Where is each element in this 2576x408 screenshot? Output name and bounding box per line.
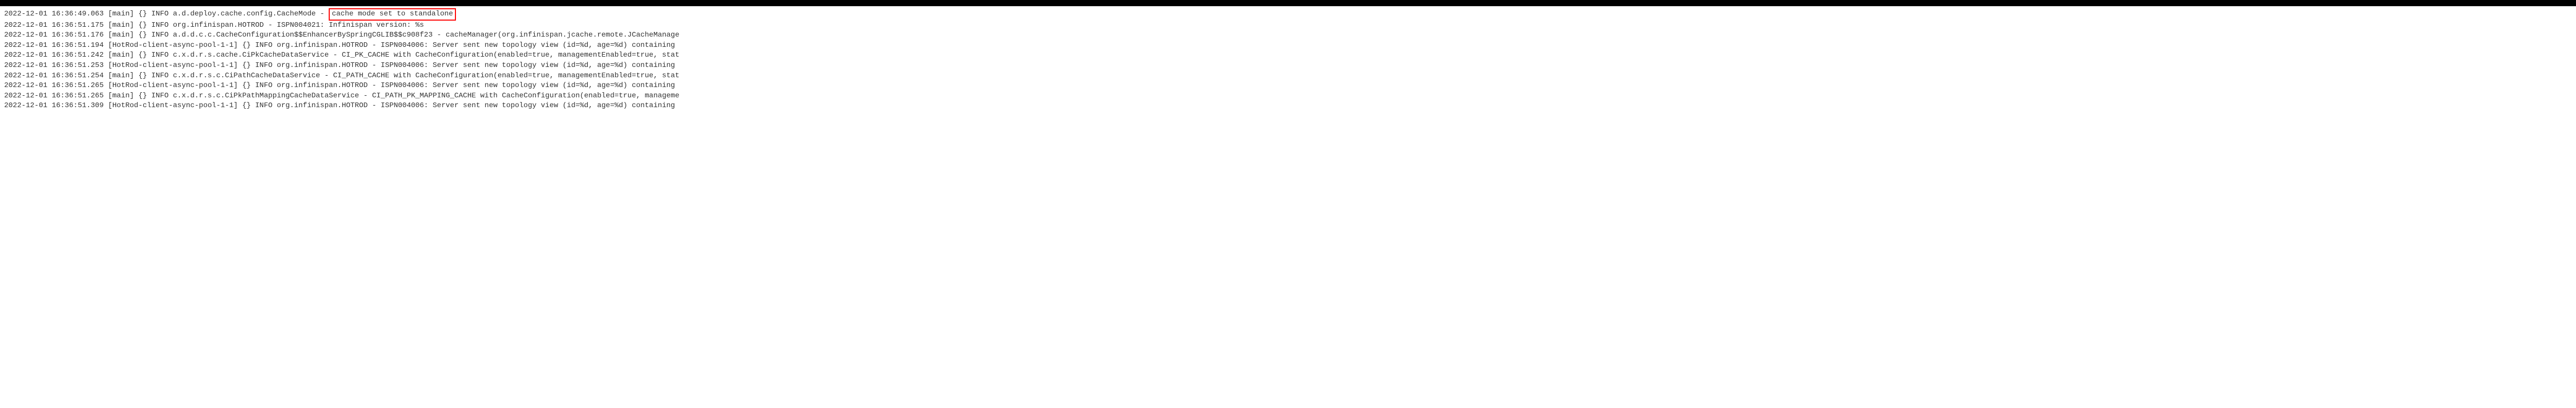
black-top-bar (0, 0, 2576, 6)
log-line: 2022-12-01 16:36:51.175 [main] {} INFO o… (4, 21, 2576, 31)
highlighted-message: cache mode set to standalone (329, 8, 456, 21)
log-line: 2022-12-01 16:36:51.265 [main] {} INFO c… (4, 91, 2576, 101)
log-prefix: 2022-12-01 16:36:49.063 [main] {} INFO a… (4, 10, 329, 18)
log-line: 2022-12-01 16:36:51.194 [HotRod-client-a… (4, 41, 2576, 51)
log-line: 2022-12-01 16:36:51.309 [HotRod-client-a… (4, 101, 2576, 111)
log-line: 2022-12-01 16:36:51.265 [HotRod-client-a… (4, 81, 2576, 91)
log-line: 2022-12-01 16:36:51.242 [main] {} INFO c… (4, 50, 2576, 61)
log-line: 2022-12-01 16:36:51.176 [main] {} INFO a… (4, 30, 2576, 41)
log-line: 2022-12-01 16:36:51.253 [HotRod-client-a… (4, 61, 2576, 71)
log-output: 2022-12-01 16:36:49.063 [main] {} INFO a… (0, 6, 2576, 113)
log-line: 2022-12-01 16:36:49.063 [main] {} INFO a… (4, 8, 2576, 21)
log-line: 2022-12-01 16:36:51.254 [main] {} INFO c… (4, 71, 2576, 81)
